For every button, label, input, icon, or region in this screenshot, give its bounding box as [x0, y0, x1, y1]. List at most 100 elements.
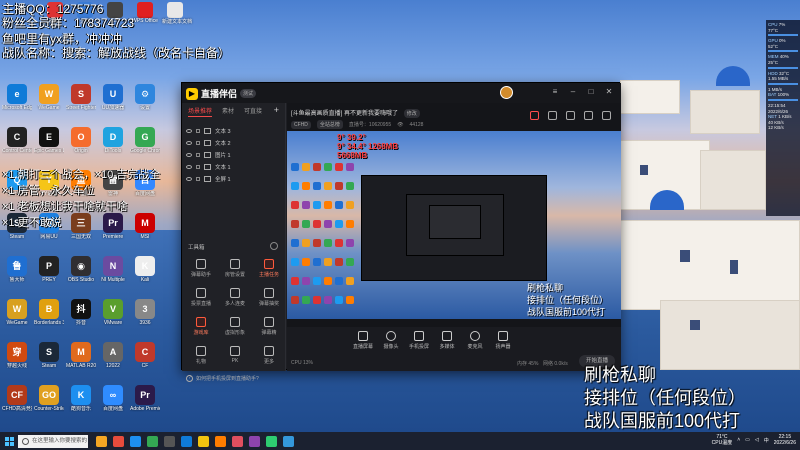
desktop-icon[interactable]: PrAdobe Premiere: [130, 385, 160, 412]
toolbox-item[interactable]: 弹幕精: [252, 317, 286, 336]
taskbar-app-icon[interactable]: [266, 435, 277, 447]
toolbox-item[interactable]: 游戏库: [184, 317, 218, 336]
lock-icon[interactable]: [196, 141, 200, 145]
desktop-icon[interactable]: CFCFHD高清竞技大区: [2, 385, 32, 412]
desktop-icon[interactable]: B Borderlands 3: [34, 299, 64, 326]
desktop-icon[interactable]: GGoogle Chrome: [130, 127, 160, 154]
source-control-button[interactable]: 摄像头: [377, 331, 405, 350]
taskbar-app-icon[interactable]: [249, 435, 260, 447]
desktop-icon[interactable]: S Street Fighter: [66, 84, 96, 111]
taskbar-app-icon[interactable]: [181, 435, 192, 447]
scene-item[interactable]: 文本 3: [182, 125, 285, 137]
desktop-icon[interactable]: ∞ 百度网盘: [98, 385, 128, 412]
desktop-icon[interactable]: CControl Center 3.0: [2, 127, 32, 154]
taskbar-app-icon[interactable]: [113, 435, 124, 447]
desktop-icon[interactable]: A 12022: [98, 342, 128, 369]
desktop-icon[interactable]: 抖抖音: [66, 299, 96, 326]
cpu-temp-widget[interactable]: 71°C CPU温度: [712, 434, 733, 446]
desktop-icon[interactable]: EEpic Games Launcher: [34, 127, 64, 154]
maximize-icon[interactable]: □: [585, 86, 597, 98]
start-button[interactable]: [0, 432, 18, 450]
taskbar-app-icon[interactable]: [198, 435, 209, 447]
desktop-icon[interactable]: ◉ OBS Studio: [66, 256, 96, 283]
desktop-icon[interactable]: S Steam: [34, 342, 64, 369]
taskbar-app-icon[interactable]: [96, 435, 107, 447]
scene-item[interactable]: 图片 1: [182, 149, 285, 161]
taskbar-app-icon[interactable]: [232, 435, 243, 447]
desktop-icon[interactable]: K Kali: [130, 256, 160, 283]
desktop-icon[interactable]: N NI Multiple: [98, 256, 128, 283]
sidebar-tab[interactable]: 场景推荐: [188, 106, 213, 117]
bell-icon[interactable]: [584, 111, 593, 120]
desktop-top-icon[interactable]: WPS Office: [132, 2, 158, 24]
toolbox-more-icon[interactable]: [270, 242, 278, 250]
taskbar-search[interactable]: 在这里输入你要搜索的内容: [18, 434, 88, 448]
toolbox-item[interactable]: 投票直播: [184, 288, 218, 307]
share-icon[interactable]: [602, 111, 611, 120]
sidebar-tab[interactable]: 可直接: [244, 106, 262, 117]
toolbox-item[interactable]: 弹幕助手: [184, 259, 218, 278]
toolbox-item[interactable]: 房管设置: [218, 259, 252, 278]
desktop-icon[interactable]: 3 3936: [130, 299, 160, 326]
desktop-icon[interactable]: ⚙ 设置: [130, 84, 160, 111]
lock-icon[interactable]: [196, 177, 200, 181]
source-control-button[interactable]: 麦克风: [461, 331, 489, 350]
source-control-button[interactable]: 手机投屏: [405, 331, 433, 350]
source-control-button[interactable]: 扬声器: [489, 331, 517, 350]
toolbox-item[interactable]: 弹幕抽奖: [252, 288, 286, 307]
desktop-icon[interactable]: 穿穿越火线: [2, 342, 32, 369]
desktop-icon[interactable]: 三三国无双: [66, 213, 96, 240]
desktop-top-icon[interactable]: 新建文本文档: [162, 2, 192, 25]
category-chip[interactable]: CFHD: [291, 120, 311, 129]
taskbar-app-icon[interactable]: [215, 435, 226, 447]
eye-icon[interactable]: [186, 165, 192, 169]
stream-preview[interactable]: 9° 39.2° 9° 34.4° 1268MB 5668MB 刷枪私聊 接排位…: [287, 131, 621, 319]
scene-item[interactable]: 全屏 1: [182, 173, 285, 185]
desktop-icon[interactable]: C CF: [130, 342, 160, 369]
eye-icon[interactable]: [186, 129, 192, 133]
close-icon[interactable]: ✕: [603, 86, 615, 98]
lock-icon[interactable]: [196, 165, 200, 169]
tray-chevron-icon[interactable]: ˄: [737, 437, 740, 443]
help-link[interactable]: ? 如何把手机投屏到直播助手?: [186, 375, 259, 382]
rank-chip[interactable]: 全站总榜: [316, 120, 343, 129]
toolbox-item[interactable]: 虚拟形象: [218, 317, 252, 336]
desktop-icon[interactable]: U UU加速器: [98, 84, 128, 111]
lock-icon[interactable]: [548, 111, 557, 120]
desktop-icon[interactable]: Pr Premiere: [98, 213, 128, 240]
desktop-icon[interactable]: eMicrosoft Edge: [2, 84, 32, 111]
desktop-icon[interactable]: O Origin: [66, 127, 96, 154]
export-icon[interactable]: [566, 111, 575, 120]
toolbox-item[interactable]: 多人连麦: [218, 288, 252, 307]
taskbar-app-icon[interactable]: [130, 435, 141, 447]
gift-icon[interactable]: [530, 111, 539, 120]
system-clock[interactable]: 22:15 2022/6/26: [774, 434, 796, 446]
toolbox-item[interactable]: 更多: [252, 346, 286, 365]
desktop-icon[interactable]: W WeGame: [34, 84, 64, 111]
taskbar-app-icon[interactable]: [164, 435, 175, 447]
user-avatar[interactable]: [500, 86, 513, 99]
desktop-icon[interactable]: P PREY: [34, 256, 64, 283]
desktop-icon[interactable]: K 酷狗音乐: [66, 385, 96, 412]
sidebar-tab[interactable]: 素材: [222, 106, 234, 117]
scene-item[interactable]: 文本 1: [182, 161, 285, 173]
settings-icon[interactable]: ≡: [549, 86, 561, 98]
network-icon[interactable]: ▭: [745, 437, 750, 443]
lock-icon[interactable]: [196, 153, 200, 157]
desktop-icon[interactable]: 鲁鲁大师: [2, 256, 32, 283]
desktop-icon[interactable]: MMATLAB R2022a: [66, 342, 96, 369]
ime-indicator[interactable]: 中: [764, 437, 769, 444]
eye-icon[interactable]: [186, 177, 192, 181]
eye-icon[interactable]: [186, 141, 192, 145]
taskbar-app-icon[interactable]: [283, 435, 294, 447]
toolbox-item[interactable]: 主播任务: [252, 259, 286, 278]
source-control-button[interactable]: 直播屏幕: [349, 331, 377, 350]
edit-title-button[interactable]: 修改: [403, 109, 420, 118]
desktop-icon[interactable]: D DiTools: [98, 127, 128, 154]
scene-item[interactable]: 文本 2: [182, 137, 285, 149]
eye-icon[interactable]: [186, 153, 192, 157]
add-scene-icon[interactable]: +: [274, 106, 279, 117]
minimize-icon[interactable]: –: [567, 86, 579, 98]
desktop-icon[interactable]: GOCounter-Strike Global Off: [34, 385, 64, 412]
lock-icon[interactable]: [196, 129, 200, 133]
